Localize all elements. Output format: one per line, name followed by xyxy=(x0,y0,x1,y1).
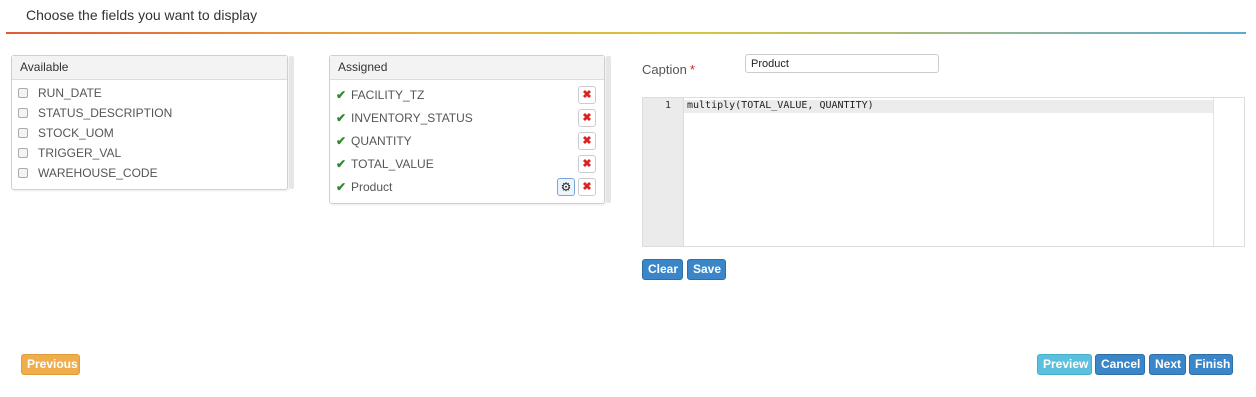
available-scrollbar[interactable] xyxy=(289,56,294,189)
assigned-item[interactable]: ✔ INVENTORY_STATUS ✖ xyxy=(330,106,604,129)
assigned-item-label: INVENTORY_STATUS xyxy=(351,110,473,125)
assigned-item-label: QUANTITY xyxy=(351,133,412,148)
caption-label-text: Caption xyxy=(642,62,687,77)
next-button[interactable]: Next xyxy=(1149,354,1186,375)
check-icon: ✔ xyxy=(336,156,347,171)
assigned-scrollbar[interactable] xyxy=(606,56,611,203)
caption-input[interactable] xyxy=(745,54,939,73)
finish-button[interactable]: Finish xyxy=(1189,354,1233,375)
print-margin xyxy=(1213,98,1214,246)
checkbox[interactable] xyxy=(18,168,28,178)
expression-editor[interactable]: 1 multiply(TOTAL_VALUE, QUANTITY) xyxy=(642,97,1245,247)
code-line[interactable]: multiply(TOTAL_VALUE, QUANTITY) xyxy=(687,100,874,111)
page-title: Choose the fields you want to display xyxy=(26,7,258,23)
assigned-item[interactable]: ✔ Product ⚙ ✖ xyxy=(330,175,604,198)
assigned-item-label: FACILITY_TZ xyxy=(351,87,425,102)
gear-icon[interactable]: ⚙ xyxy=(557,177,575,196)
available-panel: Available RUN_DATE STATUS_DESCRIPTION ST… xyxy=(11,55,294,190)
preview-button[interactable]: Preview xyxy=(1037,354,1092,375)
title-divider xyxy=(6,32,1246,34)
assigned-item-label: Product xyxy=(351,179,393,194)
assigned-panel: Assigned ✔ FACILITY_TZ ✖ ✔ INVENTORY_STA… xyxy=(329,55,611,204)
editor-gutter: 1 xyxy=(643,98,684,246)
save-button[interactable]: Save xyxy=(687,259,726,280)
check-icon: ✔ xyxy=(336,179,347,194)
remove-button[interactable]: ✖ xyxy=(578,108,596,127)
available-header: Available xyxy=(12,56,287,80)
assigned-item[interactable]: ✔ TOTAL_VALUE ✖ xyxy=(330,152,604,175)
available-item-label: STOCK_UOM xyxy=(38,126,114,140)
available-item[interactable]: RUN_DATE xyxy=(12,83,287,103)
line-number: 1 xyxy=(664,100,671,111)
available-item-label: RUN_DATE xyxy=(38,86,102,100)
available-item-label: TRIGGER_VAL xyxy=(38,146,122,160)
previous-button[interactable]: Previous xyxy=(21,354,80,375)
checkbox[interactable] xyxy=(18,128,28,138)
checkbox[interactable] xyxy=(18,108,28,118)
check-icon: ✔ xyxy=(336,133,347,148)
available-item[interactable]: TRIGGER_VAL xyxy=(12,143,287,163)
checkbox[interactable] xyxy=(18,148,28,158)
check-icon: ✔ xyxy=(336,87,347,102)
cancel-button[interactable]: Cancel xyxy=(1095,354,1145,375)
assigned-header: Assigned xyxy=(330,56,604,80)
required-marker: * xyxy=(689,62,695,77)
assigned-item[interactable]: ✔ QUANTITY ✖ xyxy=(330,129,604,152)
available-item[interactable]: STATUS_DESCRIPTION xyxy=(12,103,287,123)
caption-label: Caption * xyxy=(642,62,695,77)
assigned-item-label: TOTAL_VALUE xyxy=(351,156,434,171)
available-item-label: STATUS_DESCRIPTION xyxy=(38,106,173,120)
remove-button[interactable]: ✖ xyxy=(578,154,596,173)
check-icon: ✔ xyxy=(336,110,347,125)
assigned-item[interactable]: ✔ FACILITY_TZ ✖ xyxy=(330,83,604,106)
available-item[interactable]: WAREHOUSE_CODE xyxy=(12,163,287,183)
checkbox[interactable] xyxy=(18,88,28,98)
remove-button[interactable]: ✖ xyxy=(578,85,596,104)
available-item-label: WAREHOUSE_CODE xyxy=(38,166,158,180)
remove-button[interactable]: ✖ xyxy=(578,131,596,150)
remove-button[interactable]: ✖ xyxy=(578,177,596,196)
available-item[interactable]: STOCK_UOM xyxy=(12,123,287,143)
clear-button[interactable]: Clear xyxy=(642,259,683,280)
